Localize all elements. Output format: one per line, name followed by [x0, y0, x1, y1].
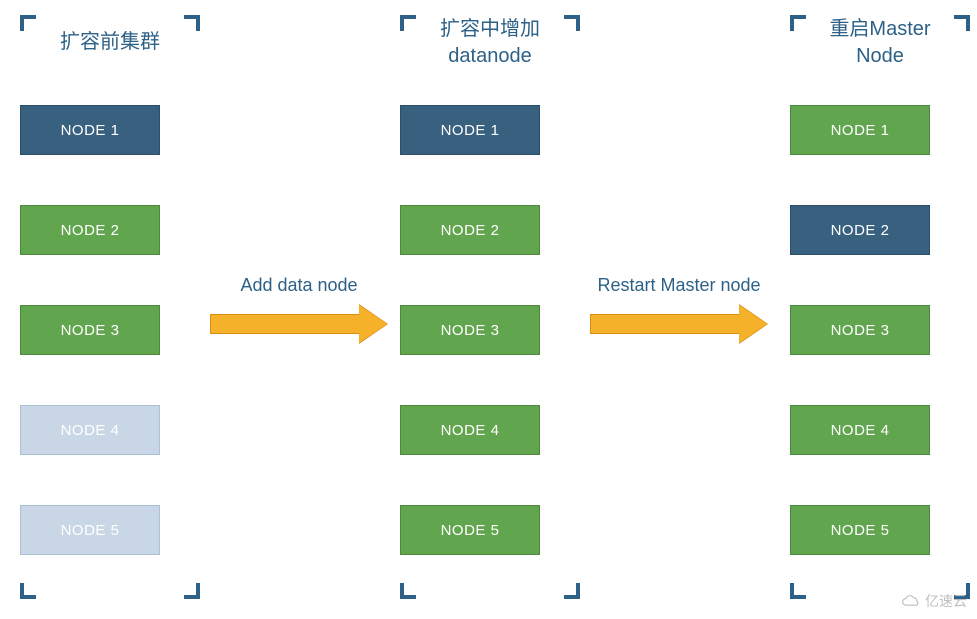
corner-bottom-left-icon — [400, 583, 416, 599]
column-bottom-brackets — [400, 579, 580, 599]
corner-top-right-icon — [184, 15, 200, 31]
corner-bottom-right-icon — [564, 583, 580, 599]
node-label: NODE 3 — [441, 322, 500, 339]
node-box: NODE 5 — [790, 505, 930, 555]
node-box: NODE 4 — [400, 405, 540, 455]
node-label: NODE 2 — [61, 222, 120, 239]
node-label: NODE 4 — [441, 422, 500, 439]
arrow-label: Restart Master node — [590, 275, 768, 296]
node-box: NODE 3 — [790, 305, 930, 355]
node-label: NODE 3 — [61, 322, 120, 339]
node-box: NODE 2 — [20, 205, 160, 255]
corner-top-left-icon — [790, 15, 806, 31]
column-title: 扩容中增加 datanode — [400, 15, 580, 70]
node-box: NODE 2 — [400, 205, 540, 255]
corner-top-right-icon — [564, 15, 580, 31]
node-label: NODE 4 — [61, 422, 120, 439]
node-box: NODE 1 — [790, 105, 930, 155]
node-list: NODE 1 NODE 2 NODE 3 NODE 4 NODE 5 — [20, 105, 200, 555]
node-list: NODE 1 NODE 2 NODE 3 NODE 4 NODE 5 — [790, 105, 970, 555]
node-label: NODE 5 — [441, 522, 500, 539]
arrow-restart-master: Restart Master node — [590, 275, 768, 342]
node-box: NODE 4 — [790, 405, 930, 455]
corner-bottom-left-icon — [20, 583, 36, 599]
node-box: NODE 2 — [790, 205, 930, 255]
corner-bottom-left-icon — [790, 583, 806, 599]
column-title: 扩容前集群 — [20, 15, 200, 70]
node-label: NODE 1 — [61, 122, 120, 139]
corner-top-right-icon — [954, 15, 970, 31]
column-title-text: 扩容前集群 — [60, 29, 160, 56]
node-label: NODE 5 — [831, 522, 890, 539]
column-title-text: 扩容中增加 datanode — [440, 16, 540, 70]
node-box: NODE 5 — [20, 505, 160, 555]
node-list: NODE 1 NODE 2 NODE 3 NODE 4 NODE 5 — [400, 105, 580, 555]
watermark-text: 亿速云 — [925, 591, 967, 611]
arrow-add-data-node: Add data node — [210, 275, 388, 342]
watermark: 亿速云 — [901, 591, 967, 611]
column-before-scale: 扩容前集群 NODE 1 NODE 2 NODE 3 NODE 4 NODE 5 — [20, 15, 200, 555]
node-box: NODE 3 — [20, 305, 160, 355]
column-adding-datanode: 扩容中增加 datanode NODE 1 NODE 2 NODE 3 NODE… — [400, 15, 580, 555]
node-label: NODE 2 — [441, 222, 500, 239]
column-title: 重启Master Node — [790, 15, 970, 70]
node-box: NODE 1 — [400, 105, 540, 155]
column-title-text: 重启Master Node — [829, 16, 930, 70]
column-restart-master: 重启Master Node NODE 1 NODE 2 NODE 3 NODE … — [790, 15, 970, 555]
node-label: NODE 3 — [831, 322, 890, 339]
node-box: NODE 4 — [20, 405, 160, 455]
node-box: NODE 1 — [20, 105, 160, 155]
column-bottom-brackets — [20, 579, 200, 599]
corner-bottom-right-icon — [184, 583, 200, 599]
node-label: NODE 5 — [61, 522, 120, 539]
node-box: NODE 5 — [400, 505, 540, 555]
node-label: NODE 1 — [831, 122, 890, 139]
arrow-right-icon — [590, 306, 768, 342]
node-box: NODE 3 — [400, 305, 540, 355]
arrow-right-icon — [210, 306, 388, 342]
cloud-icon — [901, 594, 921, 608]
node-label: NODE 1 — [441, 122, 500, 139]
corner-top-left-icon — [400, 15, 416, 31]
node-label: NODE 4 — [831, 422, 890, 439]
arrow-label: Add data node — [210, 275, 388, 296]
node-label: NODE 2 — [831, 222, 890, 239]
corner-top-left-icon — [20, 15, 36, 31]
